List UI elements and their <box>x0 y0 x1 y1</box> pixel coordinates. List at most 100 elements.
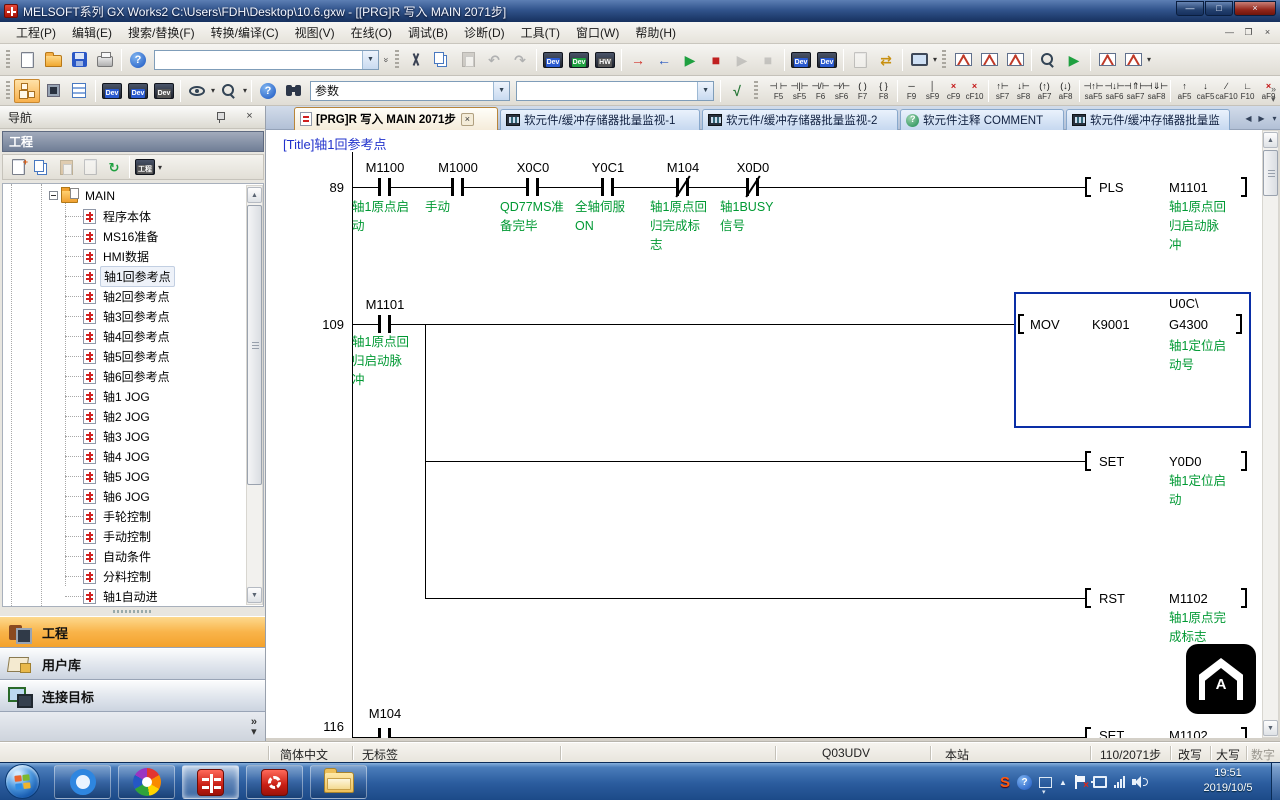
combobox-dropdown-icon[interactable]: ▼ <box>493 82 509 100</box>
taskbar-pinwheel-browser-button[interactable] <box>118 765 175 799</box>
cross-reference-button[interactable] <box>281 79 307 103</box>
function-block-button[interactable] <box>40 79 66 103</box>
no-contact[interactable] <box>526 178 539 196</box>
menu-item[interactable]: 工程(P) <box>8 21 64 44</box>
tree-item[interactable]: 轴6回参考点 <box>83 366 173 386</box>
dropdown-arrow-icon[interactable]: ▾ <box>211 86 215 95</box>
paste-data-button[interactable] <box>54 156 78 178</box>
tree-item[interactable]: 分料控制 <box>83 566 154 586</box>
data-property-button[interactable] <box>78 156 102 178</box>
sort-dropdown-icon[interactable]: ▾ <box>158 163 162 172</box>
more-views-icon[interactable]: »▾ <box>251 717 257 737</box>
menu-item[interactable]: 帮助(H) <box>627 21 684 44</box>
project-view-button[interactable]: 工程 <box>0 616 265 648</box>
monitor-stop-button[interactable]: ■ <box>703 48 729 72</box>
taskbar-browser-button[interactable] <box>54 765 111 799</box>
sampling-trace2-button[interactable] <box>1120 48 1146 72</box>
tree-item[interactable]: 轴4 JOG <box>83 446 153 466</box>
minimize-button[interactable]: — <box>1176 1 1204 16</box>
network-icon[interactable] <box>1093 776 1107 788</box>
toolbar-overflow-icon[interactable]: » <box>382 57 392 62</box>
title-bar[interactable]: MELSOFT系列 GX Works2 C:\Users\FDH\Desktop… <box>0 0 1280 22</box>
tab-1[interactable]: [PRG]R 写入 MAIN 2071步× <box>294 107 498 130</box>
save-project-button[interactable] <box>66 48 92 72</box>
scroll-down-icon[interactable]: ▼ <box>247 587 262 603</box>
volume-icon[interactable] <box>1132 776 1146 788</box>
watch-button[interactable] <box>1035 48 1061 72</box>
find-combobox[interactable]: ▼ <box>516 81 714 101</box>
ladder-symbol-F10-button[interactable]: ∟F10 <box>1237 78 1258 104</box>
no-contact[interactable] <box>451 178 464 196</box>
connection-destination-view-button[interactable]: 连接目标 <box>0 680 265 712</box>
verify-button[interactable] <box>847 48 873 72</box>
ladder-symbol-sF9-button[interactable]: │sF9 <box>922 78 943 104</box>
watch-start-button[interactable]: ▶ <box>1061 48 1087 72</box>
monitor-start-button[interactable]: ▶ <box>677 48 703 72</box>
device-write-button[interactable]: Dev <box>540 48 566 72</box>
nc-contact[interactable] <box>746 178 759 196</box>
action-center-icon[interactable]: × <box>1074 775 1086 789</box>
undo-button[interactable]: ↶ <box>481 48 507 72</box>
panel-close-icon[interactable]: × <box>242 109 257 124</box>
remote-operation-button[interactable] <box>906 48 932 72</box>
editor-scrollbar-thumb[interactable] <box>1263 150 1278 196</box>
device-hw-button[interactable]: HW <box>592 48 618 72</box>
ladder-editor[interactable]: [Title]轴1回参考点 89 M1100轴1原点启 动M1000手动X0C0… <box>266 130 1262 738</box>
tree-node-main[interactable]: MAIN <box>3 186 118 206</box>
monitor-write-button[interactable]: ▶ <box>729 48 755 72</box>
menu-item[interactable]: 转换/编译(C) <box>203 21 287 44</box>
redo-button[interactable]: ↷ <box>507 48 533 72</box>
tree-item[interactable]: 轴1自动进 <box>83 586 161 606</box>
tree-item[interactable]: 轴3 JOG <box>83 426 153 446</box>
device-init-button[interactable]: Dev <box>151 79 177 103</box>
pin-icon[interactable] <box>215 111 225 123</box>
toolbar-overflow-icon[interactable]: »▾ <box>1271 84 1276 105</box>
scroll-up-icon[interactable]: ▲ <box>247 187 262 203</box>
tree-item[interactable]: 自动条件 <box>83 546 154 566</box>
menu-item[interactable]: 窗口(W) <box>568 21 627 44</box>
taskbar-gx-tool-button[interactable] <box>246 765 303 799</box>
refresh-button[interactable]: ↻ <box>102 156 126 178</box>
menu-item[interactable]: 调试(B) <box>400 21 456 44</box>
tree-item[interactable]: 轴2回参考点 <box>83 286 173 306</box>
no-contact[interactable] <box>378 315 391 333</box>
ladder-symbol-saF8-button[interactable]: ⊣⇓⊢saF8 <box>1146 78 1167 104</box>
mdi-restore-button[interactable]: ❐ <box>1240 24 1257 39</box>
ladder-symbol-sF5-button[interactable]: ⊣|⊢sF5 <box>789 78 810 104</box>
toolbar-grip[interactable] <box>6 50 10 70</box>
monitor-read-button[interactable]: ■ <box>755 48 781 72</box>
tree-item[interactable]: 手动控制 <box>83 526 154 546</box>
tab-2[interactable]: 软元件/缓冲存储器批量监视-1 <box>500 109 700 130</box>
ladder-symbol-saF6-button[interactable]: ⊣↓⊢saF6 <box>1104 78 1125 104</box>
editor-scrollbar[interactable]: ▲ ▼ <box>1262 130 1279 738</box>
tab-3[interactable]: 软元件/缓冲存储器批量监视-2 <box>702 109 898 130</box>
combobox-dropdown-icon[interactable]: ▼ <box>697 82 713 100</box>
tree-item[interactable]: 轴6 JOG <box>83 486 153 506</box>
ladder-symbol-aF5-button[interactable]: ↑aF5 <box>1174 78 1195 104</box>
tree-item[interactable]: 轴3回参考点 <box>83 306 173 326</box>
tree-item[interactable]: 手轮控制 <box>83 506 154 526</box>
dropdown-arrow-icon[interactable]: ▾ <box>933 55 937 64</box>
device-batch-monitor-button[interactable]: Dev <box>788 48 814 72</box>
find-device-button[interactable] <box>216 79 242 103</box>
ladder-symbol-sF7-button[interactable]: ↑⊢sF7 <box>992 78 1013 104</box>
print-button[interactable] <box>92 48 118 72</box>
taskbar-clock[interactable]: 19:51 2019/10/5 <box>1192 766 1264 796</box>
cut-button[interactable] <box>403 48 429 72</box>
ladder-symbol-cF9-button[interactable]: ×cF9 <box>943 78 964 104</box>
combobox-dropdown-icon[interactable]: ▼ <box>362 51 378 69</box>
tree-item[interactable]: 轴4回参考点 <box>83 326 173 346</box>
write-to-plc-button[interactable]: → <box>625 48 651 72</box>
mdi-close-button[interactable]: × <box>1259 24 1276 39</box>
ladder-symbol-caF5-button[interactable]: ↓caF5 <box>1195 78 1216 104</box>
paste-button[interactable] <box>455 48 481 72</box>
ladder-symbol-cF10-button[interactable]: ×cF10 <box>964 78 985 104</box>
transfer-setup-button[interactable]: ⇄ <box>873 48 899 72</box>
read-from-plc-button[interactable]: ← <box>651 48 677 72</box>
no-contact[interactable] <box>601 178 614 196</box>
no-contact[interactable] <box>378 728 391 738</box>
tab-list-icon[interactable]: ▾ <box>1268 112 1280 126</box>
maximize-button[interactable]: □ <box>1205 1 1233 16</box>
tree-item[interactable]: 轴1 JOG <box>83 386 153 406</box>
tree-scrollbar-thumb[interactable] <box>247 205 262 485</box>
